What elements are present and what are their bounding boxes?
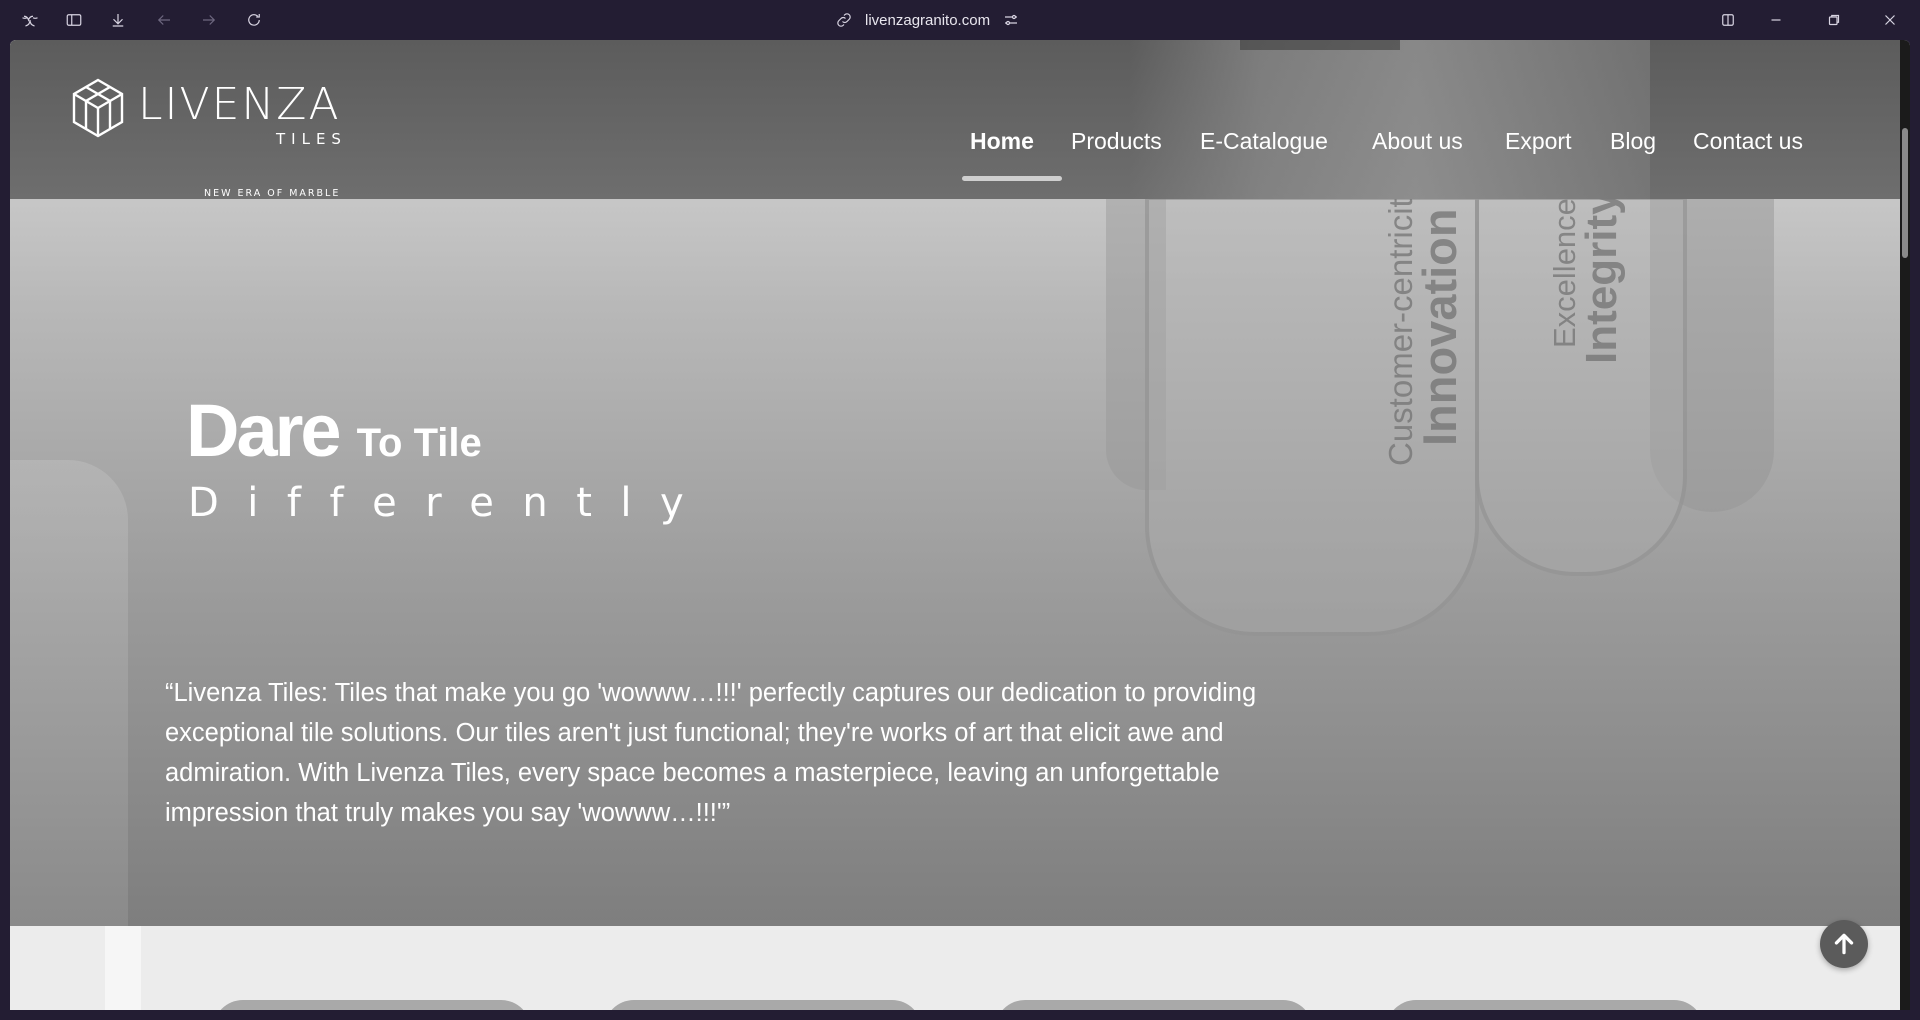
logo-wordmark: LIVENZA (138, 79, 341, 130)
sidebar-icon[interactable] (60, 6, 88, 34)
download-icon[interactable] (104, 6, 132, 34)
active-nav-indicator (962, 176, 1062, 181)
site-header: LIVENZA TILES NEW ERA OF MARBLE Home Pro… (10, 40, 1900, 199)
nav-item-export[interactable]: Export (1505, 128, 1571, 155)
site-settings-icon[interactable] (1002, 11, 1020, 29)
forward-icon[interactable] (195, 6, 223, 34)
reload-icon[interactable] (240, 6, 268, 34)
site-logo[interactable]: LIVENZA TILES NEW ERA OF MARBLE (72, 78, 362, 199)
minimize-icon[interactable] (1762, 6, 1790, 34)
nav-item-products[interactable]: Products (1071, 128, 1162, 155)
leaf-logo-icon[interactable] (16, 6, 44, 34)
logo-subtitle: TILES (276, 130, 347, 148)
header-background-detail (1240, 40, 1400, 50)
close-icon[interactable] (1876, 6, 1904, 34)
hero-quote: “Livenza Tiles: Tiles that make you go '… (165, 679, 1257, 827)
logo-tagline: NEW ERA OF MARBLE (204, 188, 341, 199)
restore-icon[interactable] (1820, 6, 1848, 34)
value-word-integrity: Integrity (1577, 190, 1626, 364)
product-card[interactable] (995, 1000, 1313, 1010)
value-word-innovation: Innovation (1413, 208, 1466, 446)
nav-item-about-us[interactable]: About us (1372, 128, 1463, 155)
product-card[interactable] (604, 1000, 922, 1010)
product-card[interactable] (213, 1000, 531, 1010)
page-scrollbar[interactable] (1900, 40, 1910, 1010)
scrollbar-thumb[interactable] (1902, 128, 1908, 258)
value-pillar-innovation: Customer-centricity Innovation (1145, 182, 1479, 636)
browser-toolbar: livenzagranito.com (0, 0, 1920, 40)
hero-title-bold: Dare (186, 389, 342, 472)
value-pillar-integrity: Excellence Integrity (1475, 190, 1687, 576)
hero-title: Dare To Tile (186, 388, 482, 473)
address-bar[interactable]: livenzagranito.com (835, 6, 1020, 34)
decorative-arch (10, 460, 128, 926)
split-view-icon[interactable] (1714, 6, 1742, 34)
arrow-up-icon (1834, 933, 1854, 955)
nav-item-home[interactable]: Home (970, 128, 1034, 155)
url-text: livenzagranito.com (865, 11, 991, 29)
product-card[interactable] (1386, 1000, 1704, 1010)
back-icon[interactable] (150, 6, 178, 34)
hero-title-light: To Tile (356, 421, 482, 465)
scroll-to-top-button[interactable] (1820, 920, 1868, 968)
link-icon (837, 13, 851, 27)
hero-subtitle: Differently (188, 480, 713, 526)
hero-section: Excellence Integrity Customer-centricity… (10, 40, 1900, 926)
header-background-image (1130, 40, 1650, 199)
nav-item-e-catalogue[interactable]: E-Catalogue (1200, 128, 1328, 155)
nav-item-contact-us[interactable]: Contact us (1693, 128, 1803, 155)
section-divider (105, 926, 141, 1010)
nav-item-blog[interactable]: Blog (1610, 128, 1656, 155)
page-viewport: Excellence Integrity Customer-centricity… (10, 40, 1910, 1010)
livenza-logo-icon (72, 78, 124, 138)
